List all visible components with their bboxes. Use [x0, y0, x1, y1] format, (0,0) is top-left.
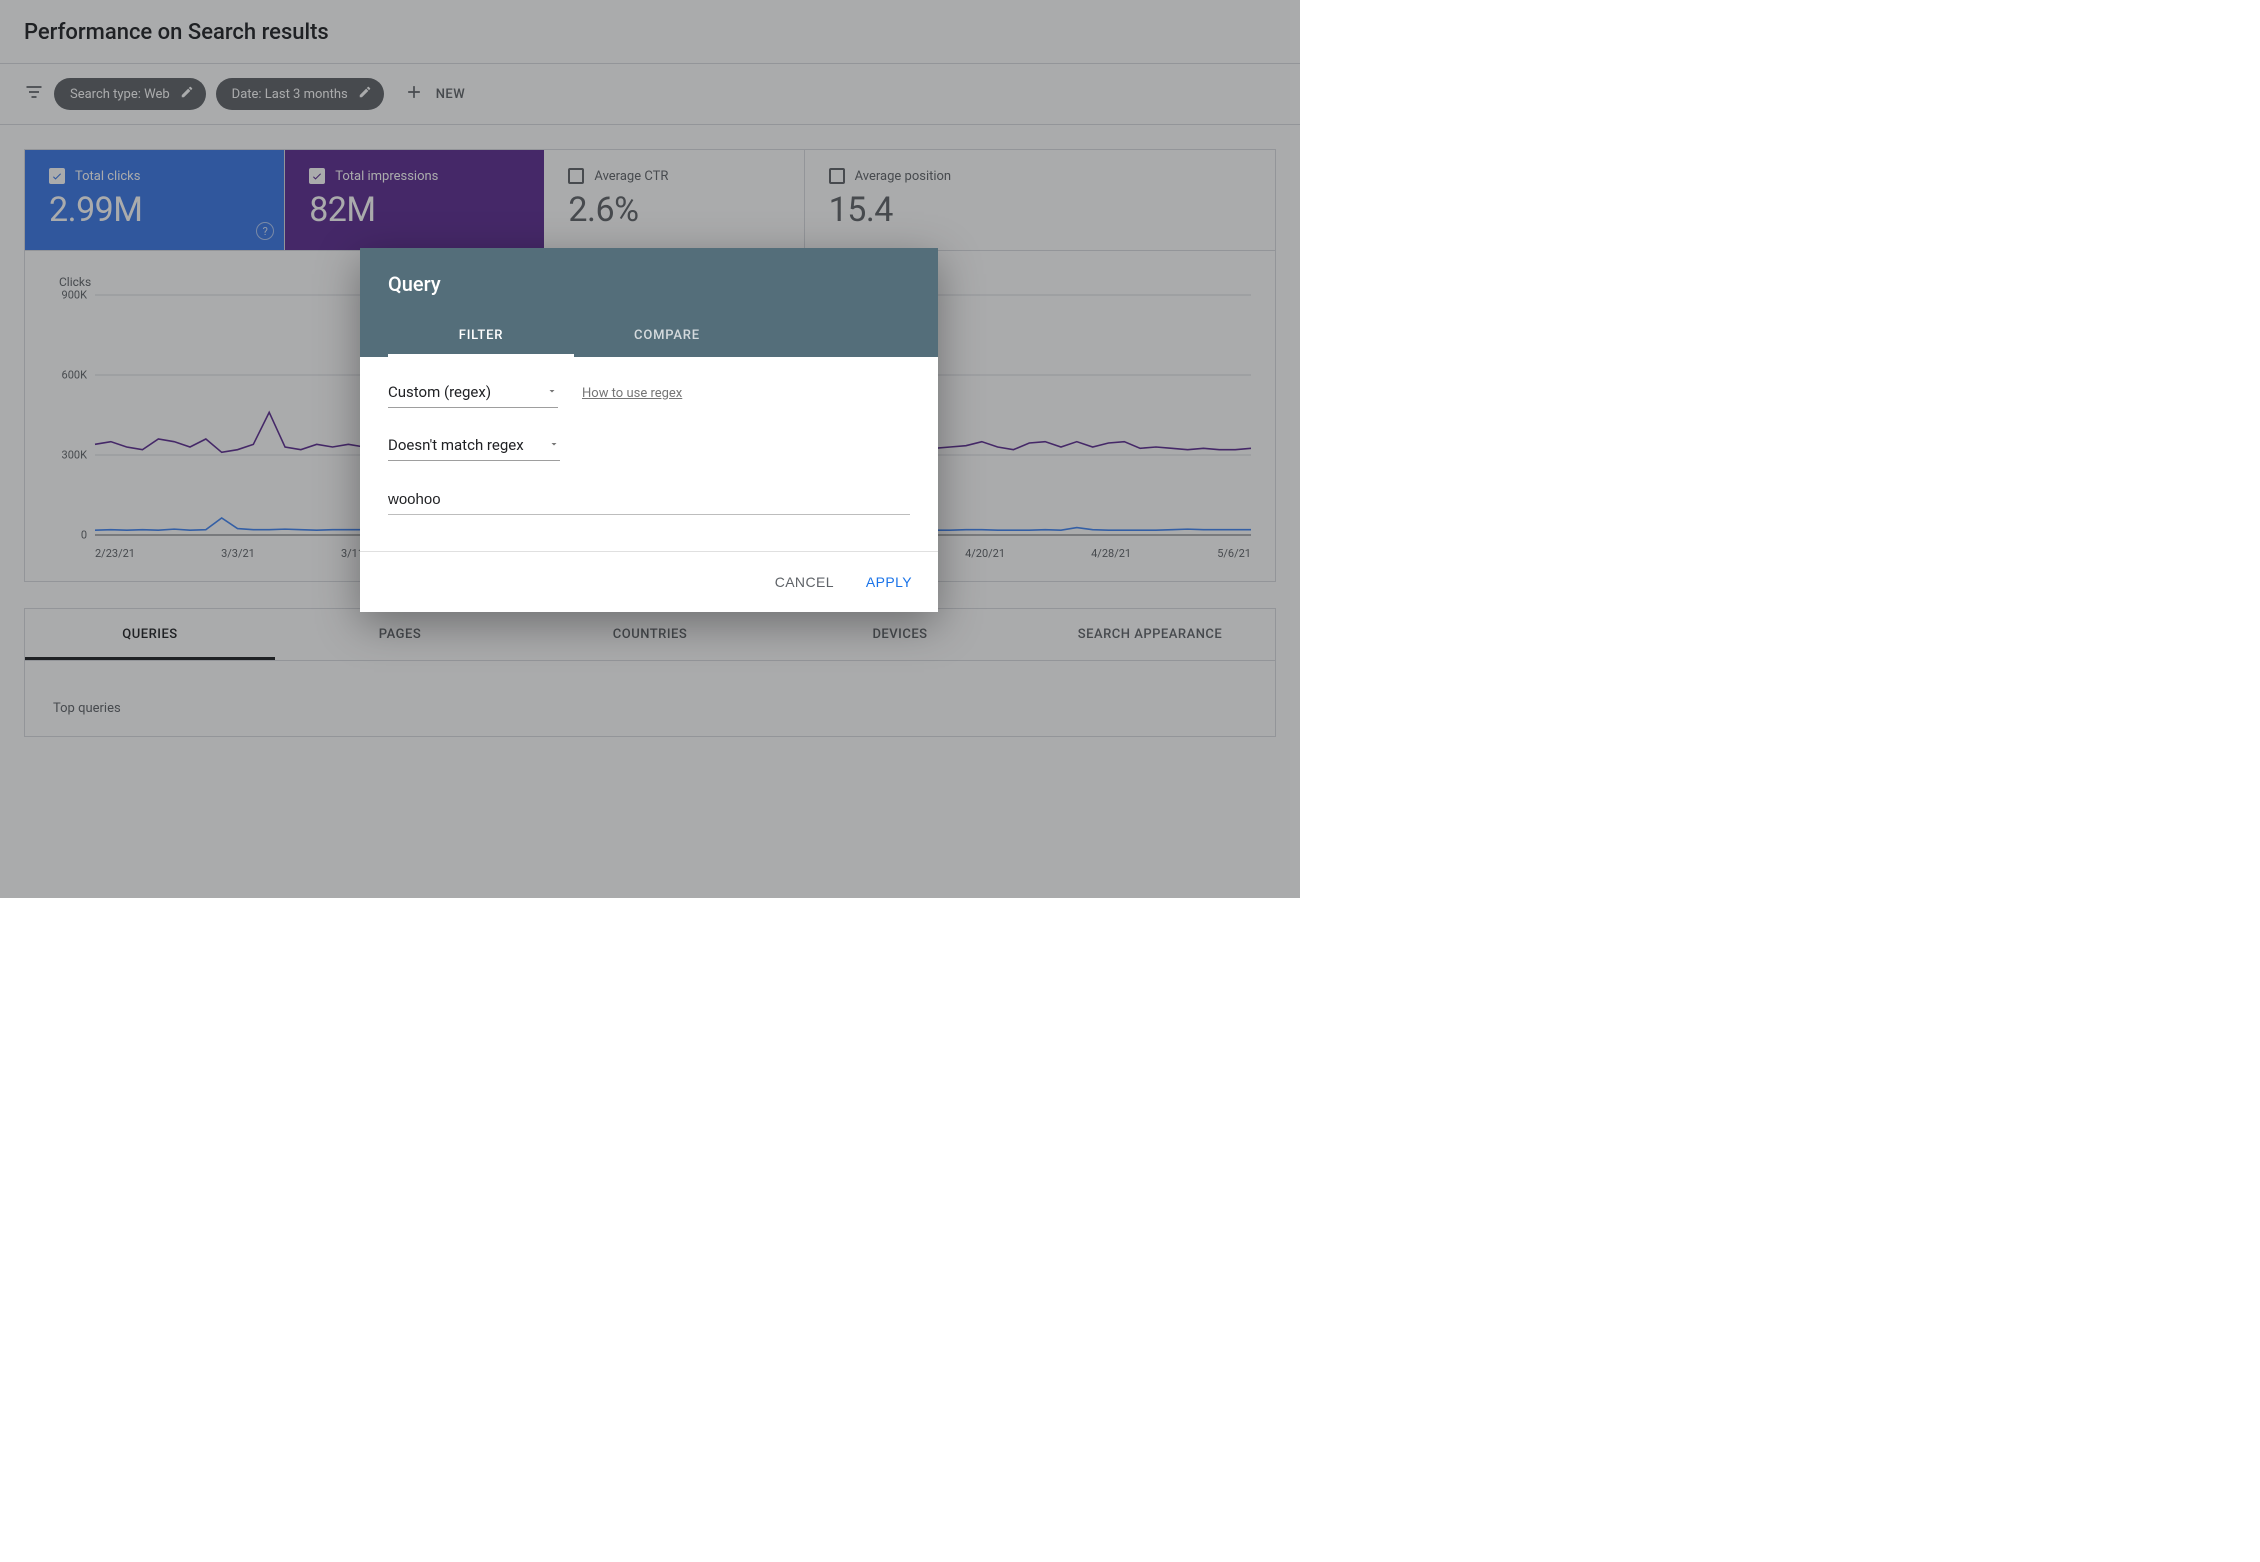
dialog-tab-compare[interactable]: COMPARE	[574, 314, 760, 357]
regex-input[interactable]	[388, 485, 910, 515]
mode-select-value: Custom (regex)	[388, 383, 491, 401]
apply-button[interactable]: APPLY	[862, 568, 916, 596]
query-dialog: Query FILTER COMPARE Custom (regex) How …	[360, 248, 938, 612]
match-select-value: Doesn't match regex	[388, 436, 524, 454]
howto-regex-link[interactable]: How to use regex	[582, 386, 682, 401]
chevron-down-icon	[548, 436, 560, 454]
dialog-title: Query	[388, 272, 910, 296]
cancel-button[interactable]: CANCEL	[771, 568, 838, 596]
match-select[interactable]: Doesn't match regex	[388, 432, 560, 461]
dialog-tab-filter[interactable]: FILTER	[388, 314, 574, 357]
mode-select[interactable]: Custom (regex)	[388, 379, 558, 408]
chevron-down-icon	[546, 383, 558, 401]
